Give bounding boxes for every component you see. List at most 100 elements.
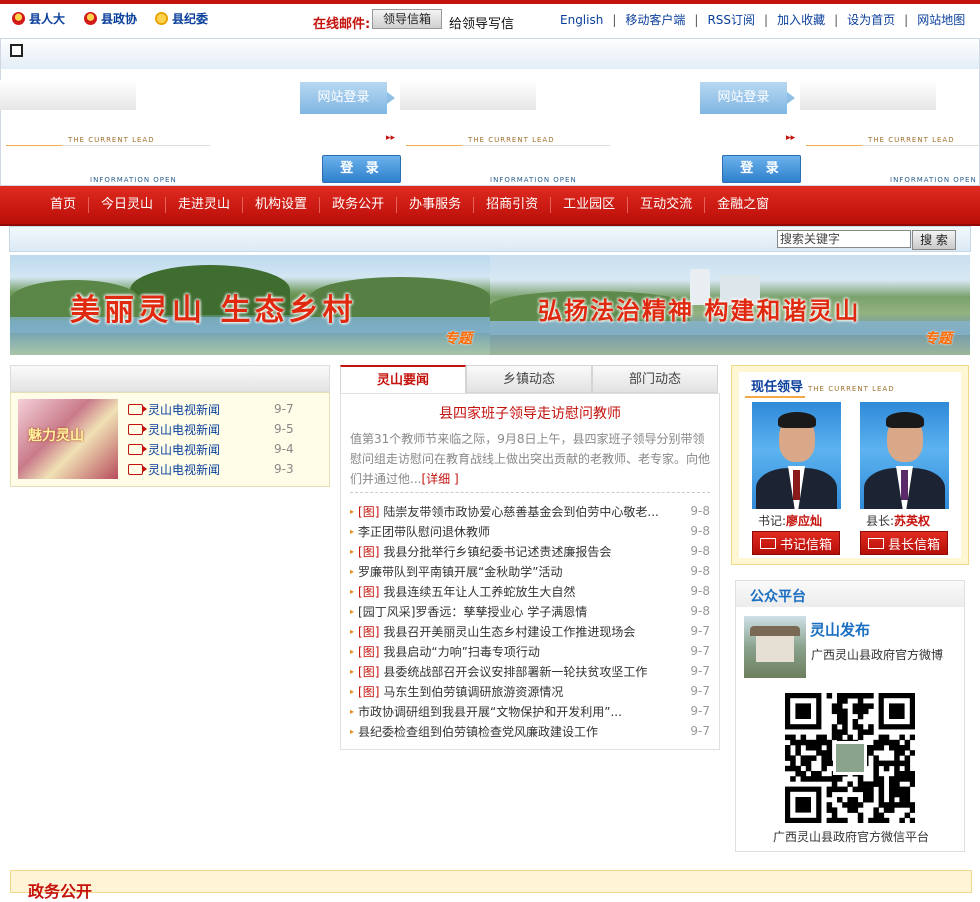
image-tag: [图]	[358, 664, 380, 679]
site-login-label: 网站登录	[300, 82, 395, 114]
mobile-client-link[interactable]: 移动客户端	[625, 11, 685, 28]
english-link[interactable]: English	[560, 13, 603, 27]
main-nav: 首页 今日灵山 走进灵山 机构设置 政务公开 办事服务 招商引资 工业园区 互动…	[38, 186, 781, 224]
lead-text: THE CURRENT LEAD	[868, 136, 955, 144]
login-button[interactable]: 登 录	[322, 155, 401, 183]
news-title: 陆崇友带领市政协爱心慈善基金会到伯劳中心敬老...	[383, 504, 659, 519]
tab-township-news[interactable]: 乡镇动态	[466, 365, 592, 393]
banner-ecology[interactable]: 美丽灵山 生态乡村 专题	[10, 255, 490, 355]
image-tag: [图]	[358, 644, 380, 659]
image-tag: [图]	[358, 684, 380, 699]
news-list-item[interactable]: ▸ 县纪委检查组到伯劳镇检查党风廉政建设工作 9-7	[350, 721, 710, 741]
council-link-renda[interactable]: 县人大	[12, 10, 65, 26]
news-list-item[interactable]: ▸ [图] 我县分批举行乡镇纪委书记述责述廉报告会 9-8	[350, 541, 710, 561]
qr-code-icon	[785, 693, 915, 823]
tv-news-item[interactable]: 灵山电视新闻 9-4	[128, 439, 294, 459]
tv-thumbnail[interactable]: 魅力灵山	[18, 399, 118, 479]
site-login-label: 网站登录	[700, 82, 787, 114]
tv-news-item[interactable]: 灵山电视新闻 9-3	[128, 459, 294, 479]
video-camera-icon	[128, 443, 147, 455]
tab-department-news[interactable]: 部门动态	[592, 365, 718, 393]
banner-rule-of-law[interactable]: 弘扬法治精神 构建和谐灵山 专题	[490, 255, 970, 355]
tv-news-item[interactable]: 灵山电视新闻 9-7	[128, 399, 294, 419]
nav-investment[interactable]: 招商引资	[474, 197, 552, 213]
section-title: 政务公开	[28, 882, 93, 901]
news-date: 9-8	[690, 604, 710, 618]
arrow-icon: ▸▸	[386, 133, 396, 143]
news-date: 9-7	[690, 684, 710, 698]
nav-today[interactable]: 今日灵山	[89, 197, 167, 213]
search-button[interactable]: 搜 索	[912, 230, 956, 250]
info-open-text: INFORMATION OPEN	[90, 176, 177, 184]
nav-industrial-park[interactable]: 工业园区	[551, 197, 629, 213]
bullet-icon: ▸	[350, 606, 355, 616]
bullet-icon: ▸	[350, 626, 355, 636]
video-camera-icon	[128, 463, 147, 475]
news-date: 9-8	[690, 564, 710, 578]
news-date: 9-8	[690, 544, 710, 558]
image-tag: [图]	[358, 624, 380, 639]
login-block: 网站登录 THE CURRENT LEAD ▸▸ 登 录 INFORMATION…	[0, 72, 401, 186]
leader-name: 书记:廖应灿	[758, 514, 823, 528]
envelope-icon	[759, 537, 776, 549]
add-favorite-link[interactable]: 加入收藏	[777, 11, 825, 28]
login-button[interactable]: 登 录	[722, 155, 801, 183]
tab-lingshan-news[interactable]: 灵山要闻	[340, 365, 466, 393]
weibo-link[interactable]: 灵山发布	[810, 619, 870, 640]
news-list-item[interactable]: ▸ [图] 我县启动“力响”扫毒专项行动 9-7	[350, 641, 710, 661]
image-tag: [图]	[358, 544, 380, 559]
news-date: 9-8	[690, 524, 710, 538]
info-open-text: INFORMATION OPEN	[490, 176, 577, 184]
tv-news-item[interactable]: 灵山电视新闻 9-5	[128, 419, 294, 439]
news-title: 我县召开美丽灵山生态乡村建设工作推进现场会	[383, 624, 636, 639]
news-list-item[interactable]: ▸ 李正团带队慰问退休教师 9-8	[350, 521, 710, 541]
secretary-mailbox-button[interactable]: 书记信箱	[752, 531, 840, 555]
news-list-item[interactable]: ▸ 市政协调研组到我县开展“文物保护和开发利用”... 9-7	[350, 701, 710, 721]
nav-interaction[interactable]: 互动交流	[628, 197, 706, 213]
news-date: 9-8	[690, 504, 710, 518]
leader-mailbox-button[interactable]: 领导信箱	[372, 9, 442, 29]
news-list-item[interactable]: ▸ [图] 我县连续五年让人工养蛇放生大自然 9-8	[350, 581, 710, 601]
council-link-jiwei[interactable]: 县纪委	[155, 10, 208, 26]
image-tag: [图]	[358, 504, 380, 519]
council-link-zhengxie[interactable]: 县政协	[84, 10, 137, 26]
headline-link[interactable]: 县四家班子领导走访慰问教师	[340, 403, 720, 423]
news-list-item[interactable]: ▸ [图] 陆崇友带领市政协爱心慈善基金会到伯劳中心敬老... 9-8	[350, 501, 710, 521]
news-list-item[interactable]: ▸ [图] 我县召开美丽灵山生态乡村建设工作推进现场会 9-7	[350, 621, 710, 641]
news-title: 我县连续五年让人工养蛇放生大自然	[383, 584, 576, 599]
leader-name: 县长:苏英权	[866, 514, 931, 528]
weibo-image[interactable]	[744, 616, 806, 678]
divider	[350, 492, 710, 494]
nav-services[interactable]: 办事服务	[397, 197, 475, 213]
leader-portrait[interactable]	[860, 402, 949, 509]
news-date: 9-8	[690, 584, 710, 598]
more-link[interactable]: [详细 ]	[421, 472, 458, 486]
news-title: 县纪委检查组到伯劳镇检查党风廉政建设工作	[358, 724, 599, 739]
nav-open-government[interactable]: 政务公开	[320, 197, 398, 213]
bullet-icon: ▸	[350, 546, 355, 556]
leaders-subtitle: THE CURRENT LEAD	[808, 385, 895, 393]
login-block: THE CURRENT LEAD INFORMATION OPEN	[800, 72, 980, 186]
news-date: 9-7	[690, 704, 710, 718]
news-list-item[interactable]: ▸ 罗廉带队到平南镇开展“金秋助学”活动 9-8	[350, 561, 710, 581]
bullet-icon: ▸	[350, 686, 355, 696]
search-input[interactable]	[777, 230, 911, 248]
leader-portrait[interactable]	[752, 402, 841, 509]
rss-link[interactable]: RSS订阅	[707, 11, 755, 28]
news-list-item[interactable]: ▸ [图] 县委统战部召开会议安排部署新一轮扶贫攻坚工作 9-7	[350, 661, 710, 681]
nav-home[interactable]: 首页	[38, 197, 90, 213]
nav-about[interactable]: 走进灵山	[166, 197, 244, 213]
news-title: 罗廉带队到平南镇开展“金秋助学”活动	[358, 564, 563, 579]
mayor-mailbox-button[interactable]: 县长信箱	[860, 531, 948, 555]
write-to-leader-link[interactable]: 给领导写信	[449, 13, 514, 32]
bullet-icon: ▸	[350, 566, 355, 576]
set-homepage-link[interactable]: 设为首页	[847, 11, 895, 28]
bullet-icon: ▸	[350, 646, 355, 656]
top-links: English | 移动客户端 | RSS订阅 | 加入收藏 | 设为首页 | 网站地图	[560, 11, 966, 28]
banner-title: 弘扬法治精神 构建和谐灵山	[538, 296, 861, 325]
news-list-item[interactable]: ▸ [图] 马东生到伯劳镇调研旅游资源情况 9-7	[350, 681, 710, 701]
news-list-item[interactable]: ▸ [园丁风采]罗香远：孳孳授业心 学子满恩情 9-8	[350, 601, 710, 621]
nav-organization[interactable]: 机构设置	[243, 197, 321, 213]
sitemap-link[interactable]: 网站地图	[917, 11, 965, 28]
nav-finance[interactable]: 金融之窗	[705, 197, 781, 213]
